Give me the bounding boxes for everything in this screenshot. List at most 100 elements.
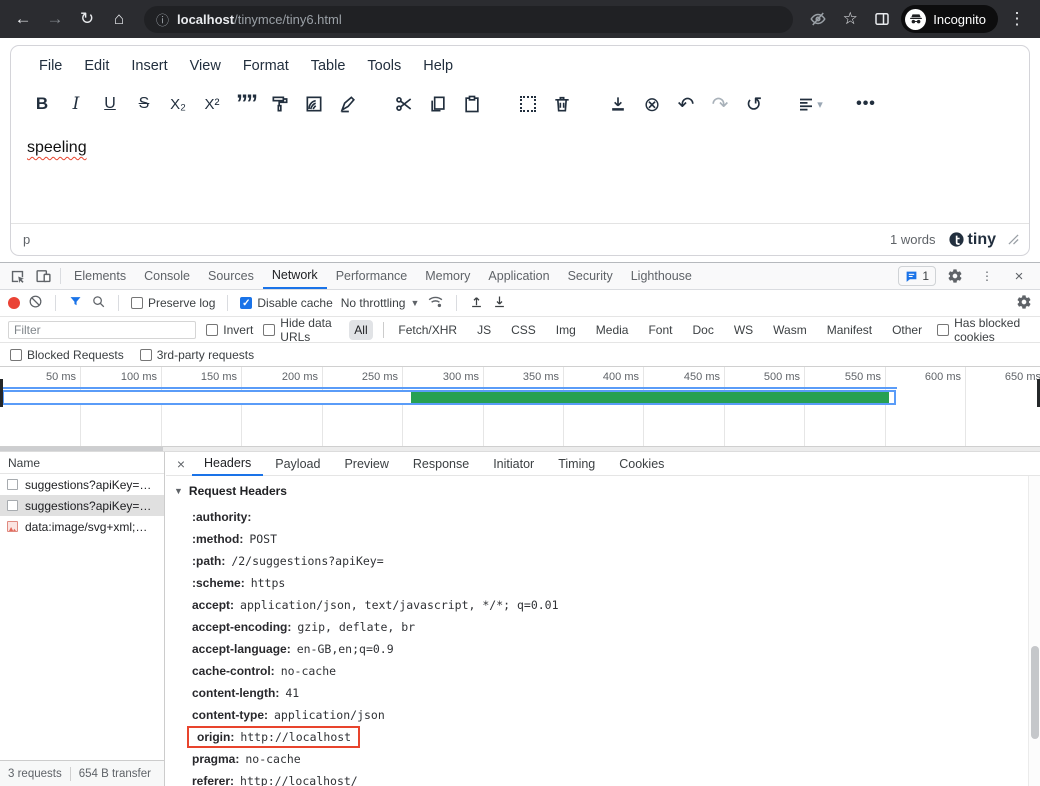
tab-performance[interactable]: Performance — [327, 263, 417, 289]
preserve-log-checkbox[interactable] — [131, 297, 143, 309]
disable-cache-toggle[interactable]: ✓ Disable cache — [240, 296, 332, 310]
devtools-close-icon[interactable]: × — [1006, 264, 1032, 288]
restore-draft-icon[interactable]: ↺ — [737, 88, 771, 120]
incognito-badge[interactable]: Incognito — [901, 5, 998, 33]
detail-close-icon[interactable]: × — [170, 456, 192, 472]
blockquote-icon[interactable]: ”” — [229, 88, 263, 120]
detail-tab-cookies[interactable]: Cookies — [607, 452, 676, 476]
filter-type-manifest[interactable]: Manifest — [822, 320, 877, 340]
detail-tab-headers[interactable]: Headers — [192, 452, 263, 476]
format-painter-icon[interactable] — [263, 88, 297, 120]
preserve-log-toggle[interactable]: Preserve log — [131, 296, 215, 310]
filter-type-media[interactable]: Media — [591, 320, 634, 340]
permanent-pen-icon[interactable] — [331, 88, 365, 120]
superscript-icon[interactable]: X² — [195, 88, 229, 120]
filter-type-font[interactable]: Font — [643, 320, 677, 340]
blocked-cookies-toggle[interactable]: Has blocked cookies — [937, 316, 1032, 344]
disable-cache-checkbox[interactable]: ✓ — [240, 297, 252, 309]
underline-icon[interactable]: U — [93, 88, 127, 120]
menu-insert[interactable]: Insert — [121, 54, 177, 78]
undo-icon[interactable]: ↶ — [669, 88, 703, 120]
address-bar[interactable]: ⓘ localhost/tinymce/tiny6.html — [144, 6, 793, 33]
hide-data-urls-toggle[interactable]: Hide data URLs — [263, 316, 339, 344]
italic-icon[interactable]: I — [59, 88, 93, 120]
hide-data-urls-checkbox[interactable] — [263, 324, 275, 336]
menu-tools[interactable]: Tools — [357, 54, 411, 78]
device-toolbar-icon[interactable] — [30, 264, 56, 288]
devtools-menu-icon[interactable]: ⋮ — [974, 264, 1000, 288]
detail-tab-timing[interactable]: Timing — [546, 452, 607, 476]
menu-table[interactable]: Table — [301, 54, 356, 78]
blocked-requests-checkbox[interactable] — [10, 349, 22, 361]
filter-type-all[interactable]: All — [349, 320, 372, 340]
redo-icon[interactable]: ↷ — [703, 88, 737, 120]
menu-view[interactable]: View — [180, 54, 231, 78]
filter-type-img[interactable]: Img — [551, 320, 581, 340]
filter-type-ws[interactable]: WS — [729, 320, 758, 340]
invert-checkbox[interactable] — [206, 324, 218, 336]
section-disclosure-icon[interactable]: ▼ — [174, 486, 183, 496]
cut-icon[interactable] — [387, 88, 421, 120]
network-overview[interactable]: 50 ms 100 ms 150 ms 200 ms 250 ms 300 ms… — [0, 367, 1040, 446]
filter-type-wasm[interactable]: Wasm — [768, 320, 812, 340]
bookmark-star-icon[interactable]: ☆ — [837, 6, 863, 32]
forward-icon[interactable]: → — [42, 6, 68, 32]
tab-lighthouse[interactable]: Lighthouse — [622, 263, 701, 289]
back-icon[interactable]: ← — [10, 6, 36, 32]
throttling-select[interactable]: No throttling ▼ — [341, 296, 420, 310]
misspelled-word[interactable]: speeling — [27, 139, 87, 156]
side-panel-icon[interactable] — [869, 6, 895, 32]
menu-help[interactable]: Help — [413, 54, 463, 78]
browser-menu-icon[interactable]: ⋮ — [1004, 6, 1030, 32]
tab-network[interactable]: Network — [263, 263, 327, 289]
request-row-selected[interactable]: suggestions?apiKey=… — [0, 495, 164, 516]
request-row[interactable]: suggestions?apiKey=… — [0, 474, 164, 495]
tab-elements[interactable]: Elements — [65, 263, 135, 289]
record-icon[interactable] — [8, 297, 20, 309]
filter-type-css[interactable]: CSS — [506, 320, 541, 340]
filter-type-doc[interactable]: Doc — [687, 320, 718, 340]
request-headers-section[interactable]: ▼ Request Headers — [174, 484, 1028, 498]
menu-edit[interactable]: Edit — [74, 54, 119, 78]
inspect-element-icon[interactable] — [4, 264, 30, 288]
detail-scrollbar[interactable] — [1028, 476, 1040, 786]
tab-memory[interactable]: Memory — [416, 263, 479, 289]
element-path[interactable]: p — [23, 232, 30, 247]
reload-icon[interactable]: ↻ — [74, 6, 100, 32]
issues-badge[interactable]: 1 — [898, 266, 936, 286]
filter-type-other[interactable]: Other — [887, 320, 927, 340]
select-all-icon[interactable] — [511, 88, 545, 120]
tiny-brand[interactable]: tiny — [948, 231, 996, 249]
blocked-requests-toggle[interactable]: Blocked Requests — [10, 348, 124, 362]
tab-sources[interactable]: Sources — [199, 263, 263, 289]
tab-application[interactable]: Application — [479, 263, 558, 289]
third-party-toggle[interactable]: 3rd-party requests — [140, 348, 254, 362]
site-info-icon[interactable]: ⓘ — [156, 10, 169, 29]
overview-left-handle[interactable] — [0, 379, 3, 407]
overview-scrollbar-thumb[interactable] — [0, 447, 163, 451]
invert-toggle[interactable]: Invert — [206, 323, 253, 337]
editor-content[interactable]: speeling — [11, 126, 1029, 223]
network-conditions-icon[interactable] — [427, 293, 444, 313]
detail-tab-preview[interactable]: Preview — [332, 452, 400, 476]
tab-console[interactable]: Console — [135, 263, 199, 289]
subscript-icon[interactable]: X₂ — [161, 88, 195, 120]
bold-icon[interactable]: B — [25, 88, 59, 120]
eye-off-icon[interactable] — [805, 6, 831, 32]
paste-icon[interactable] — [455, 88, 489, 120]
remove-icon[interactable] — [545, 88, 579, 120]
image-frame-icon[interactable] — [297, 88, 331, 120]
detail-scrollbar-thumb[interactable] — [1031, 646, 1039, 739]
filter-type-js[interactable]: JS — [472, 320, 496, 340]
detail-tab-payload[interactable]: Payload — [263, 452, 332, 476]
home-icon[interactable]: ⌂ — [106, 6, 132, 32]
strikethrough-icon[interactable]: S — [127, 88, 161, 120]
blocked-cookies-checkbox[interactable] — [937, 324, 949, 336]
detail-tab-initiator[interactable]: Initiator — [481, 452, 546, 476]
import-har-icon[interactable] — [469, 294, 484, 312]
menu-file[interactable]: File — [29, 54, 72, 78]
word-count[interactable]: 1 words — [890, 232, 936, 247]
align-left-icon[interactable]: ▾ — [793, 88, 827, 120]
third-party-checkbox[interactable] — [140, 349, 152, 361]
cancel-icon[interactable]: ⊗ — [635, 88, 669, 120]
